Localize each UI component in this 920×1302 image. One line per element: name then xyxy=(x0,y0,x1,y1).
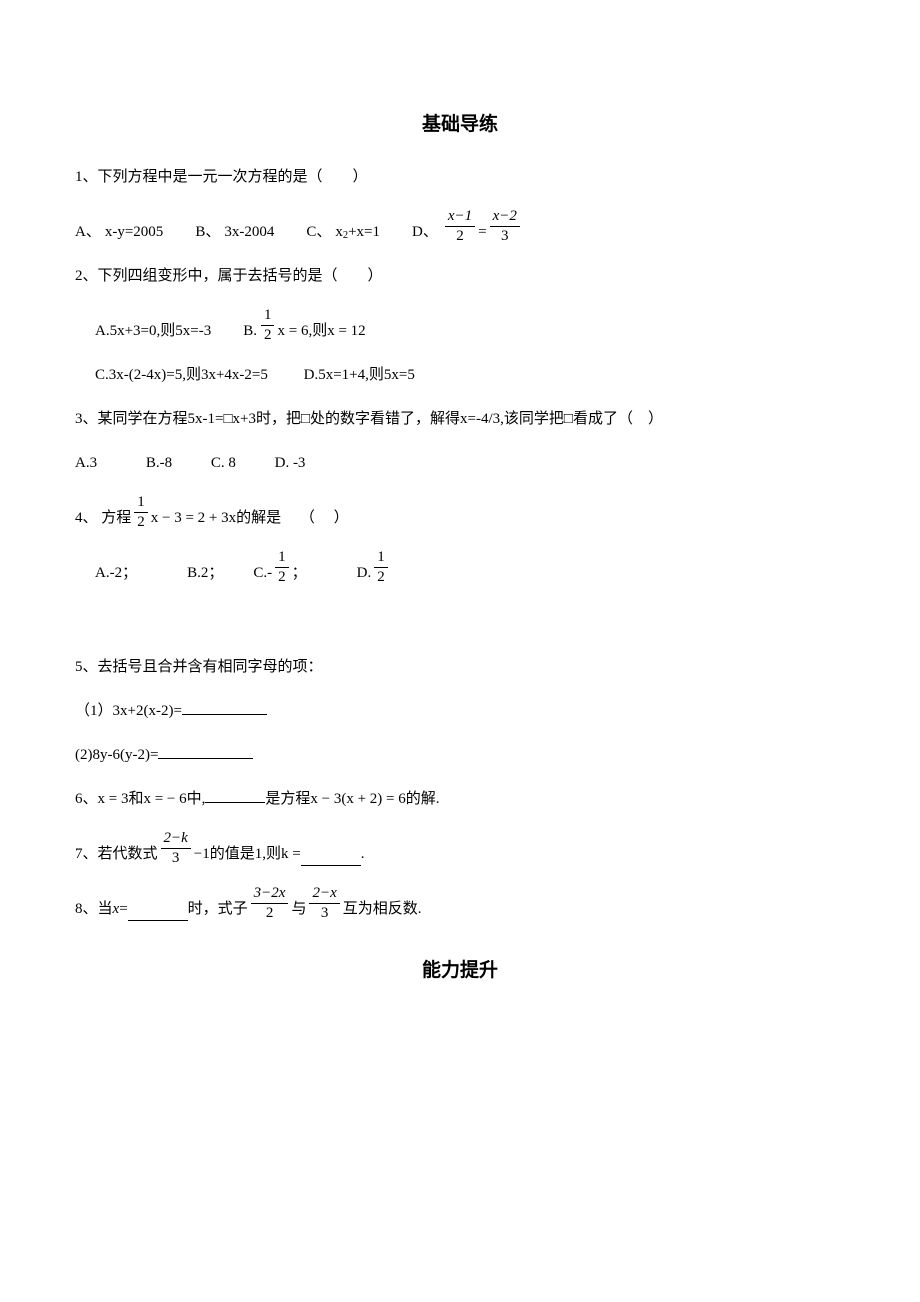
q2-option-a: A.5x+3=0,则5x=-3 xyxy=(95,319,211,343)
question-4-stem: 4、 方程 12 x − 3 = 2 + 3x的解是 （ ） xyxy=(75,495,845,530)
q4-option-a: A.-2； xyxy=(95,561,137,585)
q4-option-b: B.2； xyxy=(187,561,223,585)
question-6: 6、x = 3和x = − 6中,是方程x − 3(x + 2) = 6的解. xyxy=(75,787,845,811)
blank-input[interactable] xyxy=(182,699,267,715)
question-5-sub1: （1）3x+2(x-2)= xyxy=(75,699,845,723)
blank-input[interactable] xyxy=(128,905,188,921)
q3-option-d: D. -3 xyxy=(275,455,306,471)
question-5-sub2: (2)8y-6(y-2)= xyxy=(75,743,845,767)
question-5-stem: 5、去括号且合并含有相同字母的项： xyxy=(75,655,845,679)
question-2-stem: 2、下列四组变形中，属于去括号的是（ ） xyxy=(75,264,845,288)
blank-input[interactable] xyxy=(301,850,361,866)
section-heading-a: 基础导练 xyxy=(75,110,845,140)
question-8: 8、当 x = 时，式子 3−2x2 与 2−x3 互为相反数. xyxy=(75,886,845,921)
question-3-options: A.3 B.-8 C. 8 D. -3 xyxy=(75,451,845,475)
question-4-options: A.-2； B.2； C.- 12 ； D. 12 xyxy=(75,550,845,585)
q3-option-a: A.3 xyxy=(75,455,97,471)
q3-option-b: B.-8 xyxy=(146,455,172,471)
q4-option-d: D. 12 xyxy=(357,550,391,585)
q3-option-c: C. 8 xyxy=(211,455,236,471)
question-1-stem: 1、下列方程中是一元一次方程的是（ ） xyxy=(75,165,845,189)
question-1-options: A、x-y=2005 B、3x-2004 C、x2+x=1 D、 x−12 = … xyxy=(75,209,845,244)
blank-input[interactable] xyxy=(205,787,265,803)
section-heading-b: 能力提升 xyxy=(75,956,845,986)
q1-option-a: A、x-y=2005 xyxy=(75,220,163,244)
q4-option-c: C.- 12 ； xyxy=(253,550,306,585)
q1-option-b: B、3x-2004 xyxy=(195,220,274,244)
q2-option-d: D.5x=1+4,则5x=5 xyxy=(304,367,415,383)
q2-option-b: B. 12 x = 6,则x = 12 xyxy=(243,308,365,343)
question-3-stem: 3、某同学在方程5x-1=□x+3时，把□处的数字看错了，解得x=-4/3,该同… xyxy=(75,407,845,431)
question-2-row2: C.3x-(2-4x)=5,则3x+4x-2=5 D.5x=1+4,则5x=5 xyxy=(75,363,845,387)
q1-option-c: C、x2+x=1 xyxy=(306,220,380,244)
q1-option-d: D、 x−12 = x−23 xyxy=(412,209,523,244)
blank-input[interactable] xyxy=(158,743,253,759)
q2-option-c: C.3x-(2-4x)=5,则3x+4x-2=5 xyxy=(95,367,268,383)
question-2-row1: A.5x+3=0,则5x=-3 B. 12 x = 6,则x = 12 xyxy=(75,308,845,343)
question-7: 7、若代数式 2−k3 −1 的值是1,则k = . xyxy=(75,831,845,866)
